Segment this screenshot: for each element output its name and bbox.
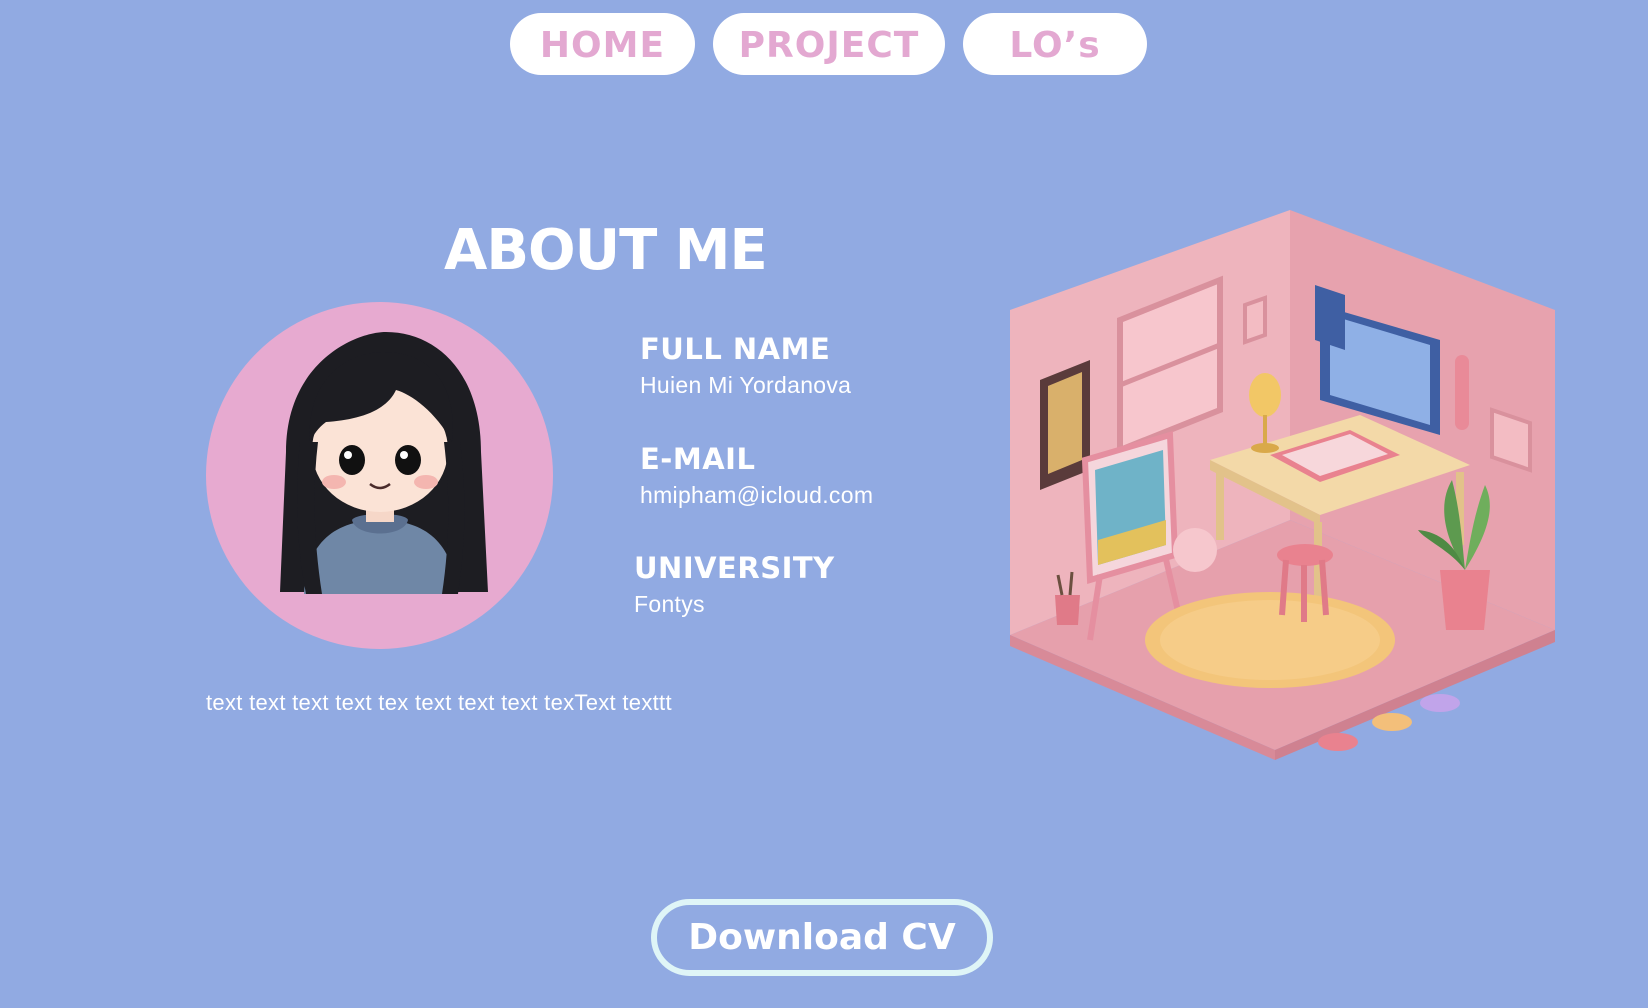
avatar-illustration xyxy=(280,332,488,594)
nav-project-button[interactable]: PROJECT xyxy=(713,13,945,75)
bio-text: text text text text tex text text text t… xyxy=(206,690,672,715)
university-label: UNIVERSITY xyxy=(634,551,835,585)
university-value: Fontys xyxy=(634,591,705,617)
email-label: E-MAIL xyxy=(640,442,756,476)
page-title: ABOUT ME xyxy=(444,218,768,283)
download-cv-button[interactable]: Download CV xyxy=(651,899,993,976)
nav-los-button[interactable]: LO’s xyxy=(963,13,1147,75)
email-value: hmipham@icloud.com xyxy=(640,482,874,508)
room-illustration xyxy=(1000,210,1570,760)
full-name-value: Huien Mi Yordanova xyxy=(640,372,852,398)
nav-home-button[interactable]: HOME xyxy=(510,13,695,75)
avatar xyxy=(206,302,553,649)
full-name-label: FULL NAME xyxy=(640,332,831,366)
